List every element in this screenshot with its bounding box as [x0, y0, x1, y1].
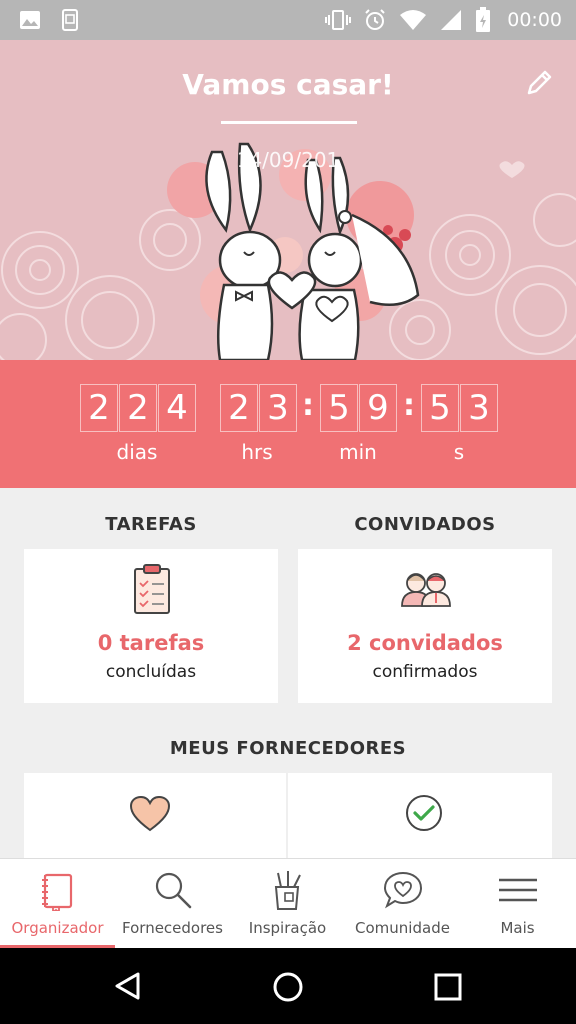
- hours-digit: 2: [220, 384, 258, 432]
- nav-label: Mais: [500, 919, 535, 937]
- nav-item-mais[interactable]: Mais: [460, 859, 575, 949]
- wifi-icon: [400, 10, 427, 30]
- status-bar: 00:00: [0, 0, 576, 40]
- colon: :: [302, 388, 314, 423]
- seconds-digit: 5: [421, 384, 459, 432]
- home-icon[interactable]: [271, 970, 305, 1004]
- vibrate-icon: [325, 10, 352, 30]
- days-digits: 2 2 4: [80, 384, 197, 432]
- days-digit: 4: [158, 384, 196, 432]
- page-title: Vamos casar!: [182, 68, 394, 101]
- seconds-label: s: [453, 440, 465, 464]
- days-digit: 2: [119, 384, 157, 432]
- vendor-card-favorites[interactable]: [24, 773, 286, 863]
- days-digit: 2: [80, 384, 118, 432]
- colon: :: [403, 388, 415, 423]
- alarm-icon: [365, 9, 385, 30]
- brush-cup-icon: [274, 871, 301, 910]
- tasks-count: 0 tarefas: [97, 631, 205, 655]
- guests-subtext: confirmados: [372, 662, 478, 682]
- tasks-section-title: TAREFAS: [105, 514, 197, 535]
- nav-item-organizador[interactable]: Organizador: [0, 859, 115, 949]
- nav-item-inspiracao[interactable]: Inspiração: [230, 859, 345, 949]
- heart-icon: [129, 795, 171, 832]
- nav-label: Fornecedores: [122, 919, 223, 937]
- hero-banner: Vamos casar! 14/09/201: [0, 40, 576, 360]
- days-label: dias: [116, 440, 158, 464]
- countdown-panel: 2 2 4 2 3 : 5 9 : 5 3 dias hrs min s: [0, 360, 576, 488]
- title-underline: [221, 121, 357, 124]
- nav-label: Inspiração: [248, 919, 327, 937]
- minutes-digit: 5: [320, 384, 358, 432]
- battery-icon: [476, 7, 491, 32]
- nav-label: Comunidade: [355, 919, 450, 937]
- guests-section-title: CONVIDADOS: [354, 514, 496, 535]
- tasks-card[interactable]: 0 tarefas concluídas: [24, 549, 278, 703]
- check-circle-icon: [406, 795, 442, 831]
- guests-count: 2 convidados: [347, 631, 503, 655]
- nav-item-fornecedores[interactable]: Fornecedores: [115, 859, 230, 949]
- image-icon: [20, 11, 40, 29]
- system-navigation-bar: [0, 948, 576, 1024]
- seconds-digits: 5 3: [421, 384, 499, 432]
- screenshot-icon: [62, 9, 78, 31]
- minutes-digits: 5 9: [320, 384, 398, 432]
- back-icon[interactable]: [112, 970, 144, 1002]
- nav-item-comunidade[interactable]: Comunidade: [345, 859, 460, 949]
- search-icon: [155, 872, 192, 909]
- minutes-digit: 9: [359, 384, 397, 432]
- clipboard-icon: [134, 564, 170, 614]
- nav-label: Organizador: [11, 919, 104, 937]
- seconds-digit: 3: [460, 384, 498, 432]
- hours-digit: 3: [259, 384, 297, 432]
- menu-icon: [499, 878, 537, 902]
- signal-icon: [441, 10, 462, 30]
- couple-icon: [401, 573, 451, 607]
- guests-card[interactable]: 2 convidados confirmados: [298, 549, 552, 703]
- bottom-navigation: Organizador Fornecedores Inspiração Comu…: [0, 858, 576, 949]
- tasks-subtext: concluídas: [105, 662, 197, 682]
- vendor-card-booked[interactable]: [288, 773, 552, 863]
- pencil-icon[interactable]: [524, 68, 554, 98]
- hours-digits: 2 3: [220, 384, 298, 432]
- vendors-section-title: MEUS FORNECEDORES: [169, 738, 407, 759]
- notebook-icon: [42, 873, 73, 911]
- chat-heart-icon: [383, 871, 423, 909]
- wedding-date: 14/09/201: [236, 148, 340, 172]
- recents-icon[interactable]: [433, 972, 463, 1002]
- clock: 00:00: [507, 9, 562, 31]
